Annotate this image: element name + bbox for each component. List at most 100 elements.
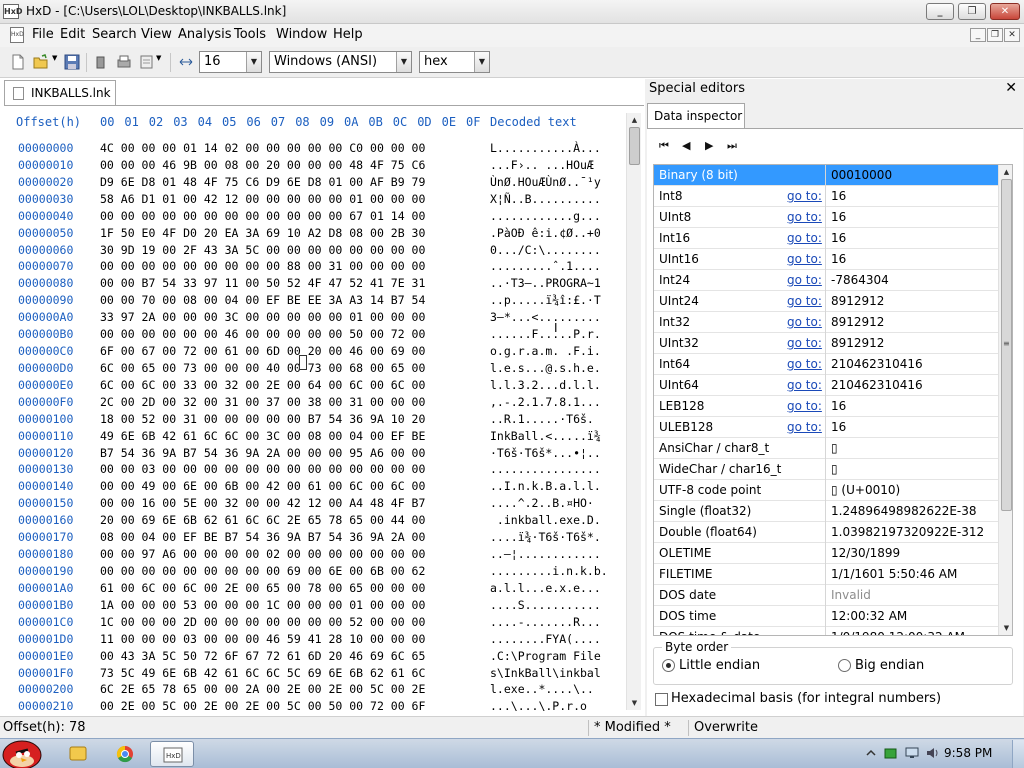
properties-icon[interactable] xyxy=(139,54,155,70)
row-decoded-text[interactable]: ................ xyxy=(490,462,624,476)
hex-row[interactable]: 000001B0 1A 00 00 00 53 00 00 00 1C 00 00… xyxy=(18,598,601,615)
next-icon[interactable]: ▶ xyxy=(705,139,719,153)
hex-row[interactable]: 00000040 00 00 00 00 00 00 00 00 00 00 00… xyxy=(18,209,601,226)
row-hex-bytes[interactable]: 33 97 2A 00 00 00 3C 00 00 00 00 00 01 0… xyxy=(100,310,425,324)
document-menu-icon[interactable]: HxD xyxy=(10,27,24,43)
inspector-value[interactable]: ▯ (U+0010) xyxy=(831,480,900,500)
inspector-value[interactable]: 1.24896498982622E-38 xyxy=(831,501,977,521)
scroll-down-icon[interactable]: ▼ xyxy=(627,696,642,710)
inspector-row[interactable]: UInt16 go to: 16 xyxy=(654,249,998,270)
first-icon[interactable]: ⏮ xyxy=(659,139,673,153)
row-hex-bytes[interactable]: B7 54 36 9A B7 54 36 9A 2A 00 00 00 95 A… xyxy=(100,446,425,460)
row-decoded-text[interactable]: ..I.n.k.B.a.l.l. xyxy=(490,479,624,493)
inspector-value[interactable]: 1/0/1980 12:00:32 AM xyxy=(831,627,965,635)
mdi-close-button[interactable]: ✕ xyxy=(1004,28,1020,42)
taskbar-hxd[interactable]: HxD xyxy=(150,741,194,767)
row-hex-bytes[interactable]: D9 6E D8 01 48 4F 75 C6 D9 6E D8 01 00 A… xyxy=(100,175,425,189)
properties-dropdown-icon[interactable]: ▼ xyxy=(156,54,164,70)
row-hex-bytes[interactable]: 08 00 04 00 EF BE B7 54 36 9A B7 54 36 9… xyxy=(100,530,425,544)
hex-row[interactable]: 00000150 00 00 16 00 5E 00 32 00 00 42 12… xyxy=(18,496,594,513)
hex-row[interactable]: 000001D0 11 00 00 00 03 00 00 00 46 59 41… xyxy=(18,632,601,649)
hex-row[interactable]: 00000020 D9 6E D8 01 48 4F 75 C6 D9 6E D8… xyxy=(18,175,601,192)
hex-basis-label[interactable]: Hexadecimal basis (for integral numbers) xyxy=(671,691,941,706)
row-decoded-text[interactable]: L...........À... xyxy=(490,141,624,155)
hxd-app-icon[interactable]: HxD xyxy=(3,4,23,19)
row-decoded-text[interactable]: 0.../C:\........ xyxy=(490,243,624,257)
row-hex-bytes[interactable]: 00 00 00 00 00 00 00 00 00 88 00 31 00 0… xyxy=(100,259,425,273)
row-hex-bytes[interactable]: 6C 2E 65 78 65 00 00 2A 00 2E 00 2E 00 5… xyxy=(100,682,425,696)
inspector-value[interactable]: 8912912 xyxy=(831,291,884,311)
row-hex-bytes[interactable]: 00 00 97 A6 00 00 00 00 02 00 00 00 00 0… xyxy=(100,547,425,561)
inspector-value[interactable]: ▯ xyxy=(831,438,838,458)
inspector-row[interactable]: Int24 go to: -7864304 xyxy=(654,270,998,291)
chevron-down-icon[interactable]: ▼ xyxy=(474,52,489,72)
hex-row[interactable]: 00000160 20 00 69 6E 6B 62 61 6C 6C 2E 65… xyxy=(18,513,601,530)
row-hex-bytes[interactable]: 2C 00 2D 00 32 00 31 00 37 00 38 00 31 0… xyxy=(100,395,425,409)
row-hex-bytes[interactable]: 11 00 00 00 03 00 00 00 46 59 41 28 10 0… xyxy=(100,632,425,646)
row-hex-bytes[interactable]: 73 5C 49 6E 6B 42 61 6C 6C 5C 69 6E 6B 6… xyxy=(100,666,425,680)
chevron-down-icon[interactable]: ▼ xyxy=(396,52,411,72)
row-hex-bytes[interactable]: 1C 00 00 00 2D 00 00 00 00 00 00 00 52 0… xyxy=(100,615,425,629)
goto-link[interactable]: go to: xyxy=(787,273,822,287)
open-folder-icon[interactable] xyxy=(33,54,49,70)
hex-row[interactable]: 000001F0 73 5C 49 6E 6B 42 61 6C 6C 5C 69… xyxy=(18,666,601,683)
menu-help[interactable]: Help xyxy=(333,27,363,42)
goto-link[interactable]: go to: xyxy=(787,231,822,245)
row-decoded-text[interactable]: ·T6š·T6š*...•¦.. xyxy=(490,446,624,460)
row-decoded-text[interactable]: ....S........... xyxy=(490,598,624,612)
hex-row[interactable]: 000001C0 1C 00 00 00 2D 00 00 00 00 00 00… xyxy=(18,615,601,632)
mdi-restore-button[interactable]: ❐ xyxy=(987,28,1003,42)
menu-window[interactable]: Window xyxy=(276,27,327,42)
inspector-row[interactable]: UInt32 go to: 8912912 xyxy=(654,333,998,354)
inspector-value[interactable]: 16 xyxy=(831,186,846,206)
hex-row[interactable]: 00000100 18 00 52 00 31 00 00 00 00 00 B7… xyxy=(18,412,594,429)
angry-bird-start-icon[interactable] xyxy=(0,733,48,768)
hex-row[interactable]: 00000170 08 00 04 00 EF BE B7 54 36 9A B7… xyxy=(18,530,601,547)
goto-link[interactable]: go to: xyxy=(787,210,822,224)
hex-row[interactable]: 000001E0 00 43 3A 5C 50 72 6F 67 72 61 6D… xyxy=(18,649,601,666)
hex-row[interactable]: 000000C0 6F 00 67 00 72 00 61 00 6D 00 20… xyxy=(18,344,601,361)
inspector-row[interactable]: Binary (8 bit) 00010000 xyxy=(654,165,998,186)
row-decoded-text[interactable]: X¦Ñ..B.......... xyxy=(490,192,624,206)
little-endian-label[interactable]: Little endian xyxy=(679,658,760,673)
goto-link[interactable]: go to: xyxy=(787,357,822,371)
hex-editor[interactable]: Offset(h) 00 01 02 03 04 05 06 07 08 09 0A 0B 0C 0D 0E… xyxy=(4,105,644,747)
volume-icon[interactable] xyxy=(925,746,939,760)
row-hex-bytes[interactable]: 6C 00 6C 00 33 00 32 00 2E 00 64 00 6C 0… xyxy=(100,378,425,392)
inspector-row[interactable]: UInt24 go to: 8912912 xyxy=(654,291,998,312)
last-icon[interactable]: ⏭ xyxy=(727,139,741,153)
hex-row[interactable]: 00000060 30 9D 19 00 2F 43 3A 5C 00 00 00… xyxy=(18,243,601,260)
scroll-up-icon[interactable]: ▲ xyxy=(999,165,1012,179)
taskbar-chrome[interactable] xyxy=(104,741,146,767)
row-decoded-text[interactable]: .inkball.exe.D. xyxy=(490,513,624,527)
hex-row[interactable]: 00000070 00 00 00 00 00 00 00 00 00 88 00… xyxy=(18,259,601,276)
row-hex-bytes[interactable]: 00 00 00 00 00 00 00 00 00 00 00 00 67 0… xyxy=(100,209,425,223)
inspector-row[interactable]: ULEB128 go to: 16 xyxy=(654,417,998,438)
tray-arrow-icon[interactable] xyxy=(864,746,878,760)
row-hex-bytes[interactable]: 6C 00 65 00 73 00 00 00 40 00 73 00 68 0… xyxy=(100,361,425,375)
inspector-row[interactable]: WideChar / char16_t ▯ xyxy=(654,459,998,480)
row-decoded-text[interactable]: ...\...\.P.r.o xyxy=(490,699,624,713)
inspector-value[interactable]: 16 xyxy=(831,417,846,437)
menu-search[interactable]: Search xyxy=(92,27,137,42)
inspector-value[interactable]: 12/30/1899 xyxy=(831,543,900,563)
goto-link[interactable]: go to: xyxy=(787,399,822,413)
tab-data-inspector[interactable]: Data inspector xyxy=(647,103,745,129)
row-hex-bytes[interactable]: 00 00 49 00 6E 00 6B 00 42 00 61 00 6C 0… xyxy=(100,479,425,493)
row-decoded-text[interactable]: a.l.l...e.x.e... xyxy=(490,581,624,595)
hex-row[interactable]: 000001A0 61 00 6C 00 6C 00 2E 00 65 00 78… xyxy=(18,581,601,598)
inspector-row[interactable]: Int8 go to: 16 xyxy=(654,186,998,207)
row-decoded-text[interactable]: l.exe..*....\.. xyxy=(490,682,624,696)
minimize-button[interactable]: _ xyxy=(926,3,954,20)
row-decoded-text[interactable]: ..p.....ï¾î:£.·T xyxy=(490,293,624,307)
menu-view[interactable]: View xyxy=(141,27,172,42)
inspector-value[interactable]: 16 xyxy=(831,249,846,269)
inspector-value[interactable]: 210462310416 xyxy=(831,375,923,395)
inspector-value[interactable]: 210462310416 xyxy=(831,354,923,374)
inspector-scrollbar[interactable]: ▲ ≡ ▼ xyxy=(998,165,1012,635)
hex-basis-checkbox[interactable] xyxy=(655,693,668,706)
inspector-value[interactable]: ▯ xyxy=(831,459,838,479)
row-hex-bytes[interactable]: 30 9D 19 00 2F 43 3A 5C 00 00 00 00 00 0… xyxy=(100,243,425,257)
row-decoded-text[interactable]: ..·T3—..PROGRA~1 xyxy=(490,276,624,290)
hex-row[interactable]: 00000130 00 00 03 00 00 00 00 00 00 00 00… xyxy=(18,462,601,479)
